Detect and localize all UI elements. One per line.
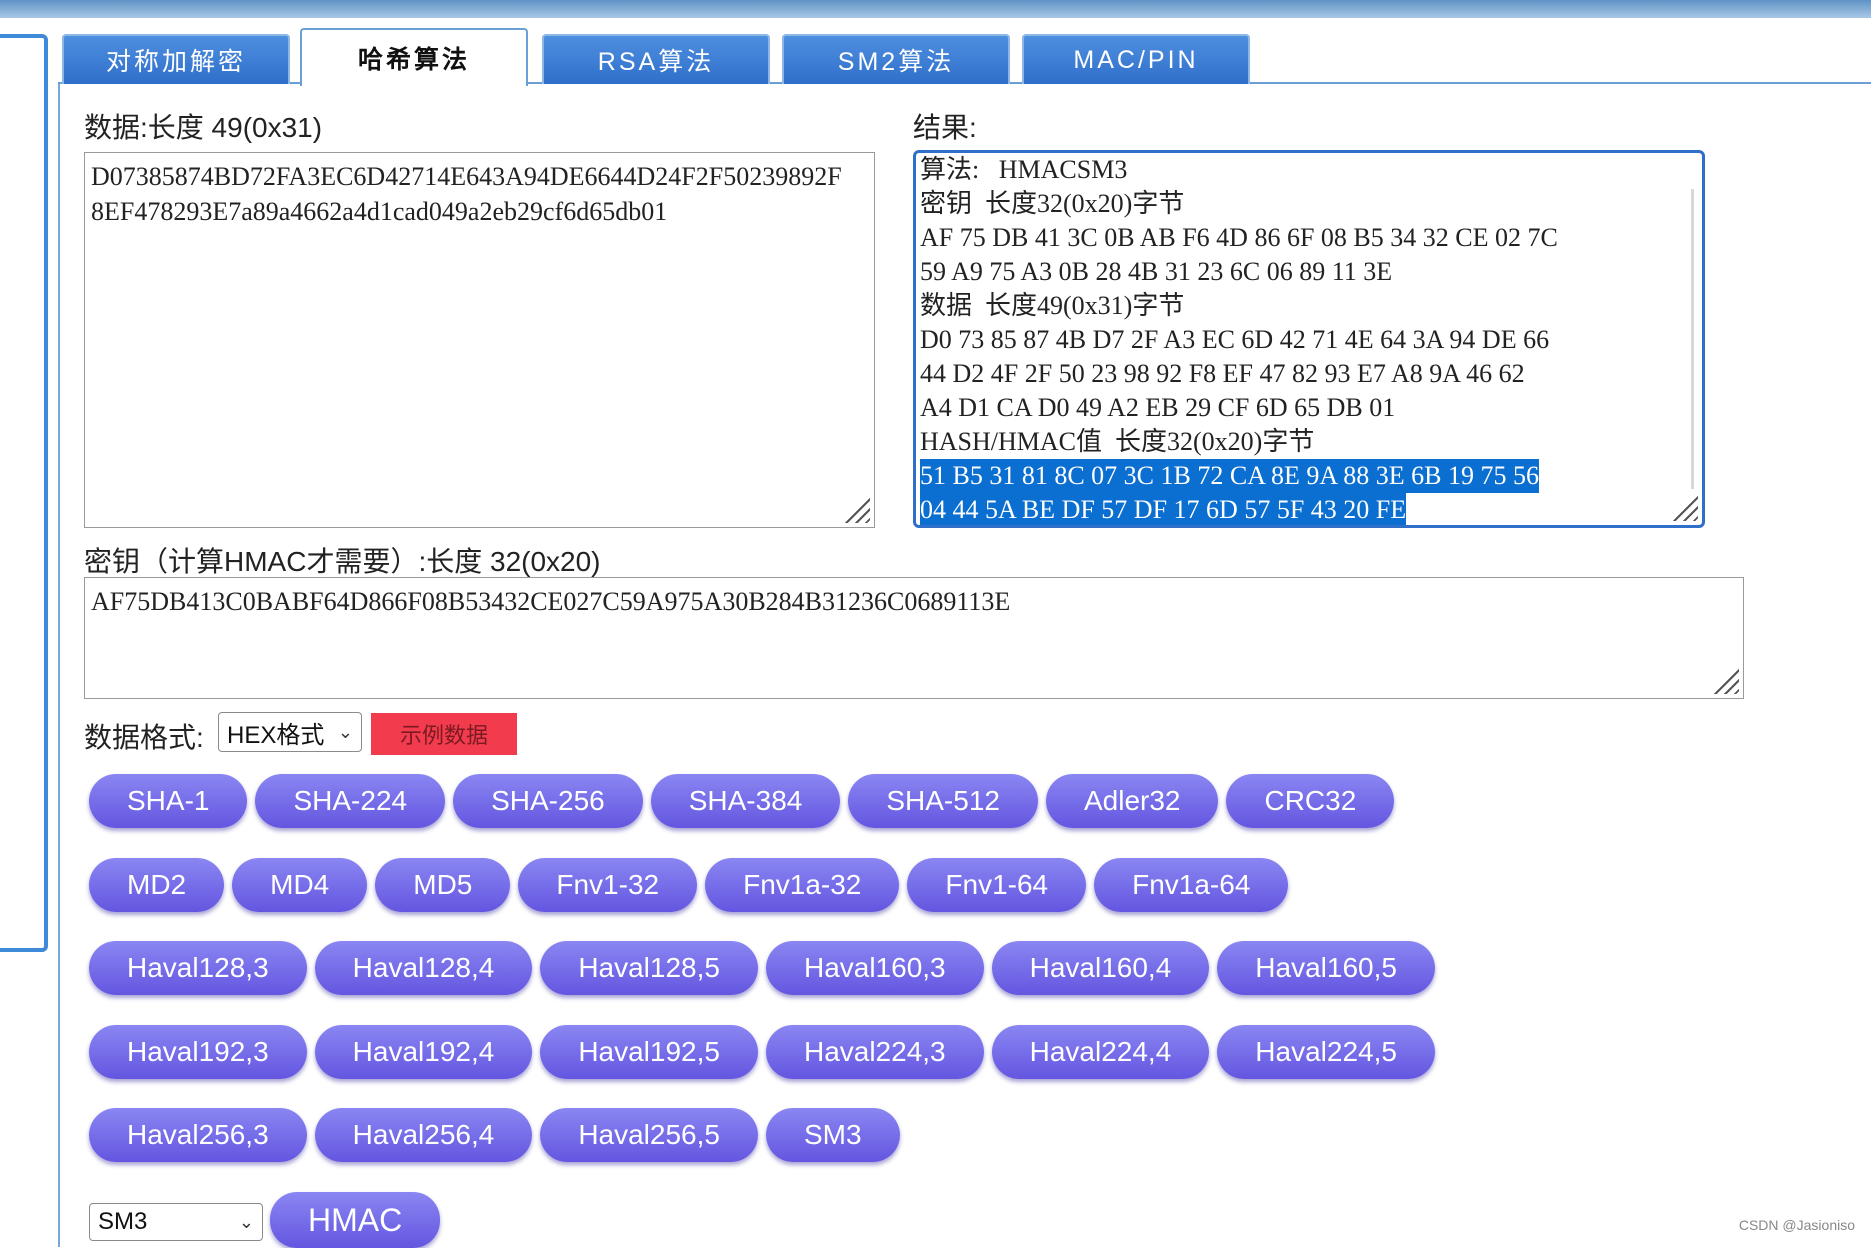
hash-button-row-4: Haval192,3 Haval192,4 Haval192,5 Haval22… [89, 1025, 1435, 1079]
sha1-button[interactable]: SHA-1 [89, 774, 248, 828]
haval256-5-button[interactable]: Haval256,5 [540, 1108, 758, 1162]
haval160-5-button[interactable]: Haval160,5 [1217, 941, 1435, 995]
haval192-5-button[interactable]: Haval192,5 [540, 1025, 758, 1079]
md5-button[interactable]: MD5 [375, 858, 511, 912]
result-line: A4 D1 CA D0 49 A2 EB 29 CF 6D 65 DB 01 [920, 393, 1396, 422]
sha256-button[interactable]: SHA-256 [453, 774, 643, 828]
tab-hash[interactable]: 哈希算法 [300, 28, 528, 86]
hash-button-row-3: Haval128,3 Haval128,4 Haval128,5 Haval16… [89, 941, 1435, 995]
sha512-button[interactable]: SHA-512 [848, 774, 1038, 828]
result-line: 59 A9 75 A3 0B 28 4B 31 23 6C 06 89 11 3… [920, 257, 1393, 286]
hmac-button[interactable]: HMAC [270, 1192, 441, 1248]
resize-grip-icon[interactable] [844, 497, 870, 523]
tab-sm2[interactable]: SM2算法 [782, 34, 1010, 84]
hash-button-row-1: SHA-1 SHA-224 SHA-256 SHA-384 SHA-512 Ad… [89, 774, 1395, 828]
haval128-4-button[interactable]: Haval128,4 [314, 941, 533, 995]
fnv1a-32-button[interactable]: Fnv1a-32 [705, 858, 900, 912]
chevron-down-icon: ⌄ [337, 721, 353, 742]
result-line: 44 D2 4F 2F 50 23 98 92 F8 EF 47 82 93 E… [920, 359, 1525, 388]
haval128-5-button[interactable]: Haval128,5 [540, 941, 758, 995]
watermark: CSDN @Jasioniso [1738, 1217, 1855, 1233]
sm3-button[interactable]: SM3 [765, 1108, 900, 1162]
fnv1a-64-button[interactable]: Fnv1a-64 [1094, 858, 1289, 912]
scrollbar[interactable] [1691, 189, 1694, 489]
result-selected-line: 51 B5 31 81 8C 07 3C 1B 72 CA 8E 9A 88 3… [920, 459, 1539, 493]
haval224-4-button[interactable]: Haval224,4 [991, 1025, 1210, 1079]
result-line: D0 73 85 87 4B D7 2F A3 EC 6D 42 71 4E 6… [920, 325, 1550, 354]
result-line: 数据 长度49(0x31)字节 [920, 291, 1185, 320]
result-selected-line: 04 44 5A BE DF 57 DF 17 6D 57 5F 43 20 F… [920, 493, 1407, 525]
hash-button-row-2: MD2 MD4 MD5 Fnv1-32 Fnv1a-32 Fnv1-64 Fnv… [89, 858, 1289, 912]
haval192-3-button[interactable]: Haval192,3 [89, 1025, 307, 1079]
crc32-button[interactable]: CRC32 [1226, 774, 1395, 828]
result-line: 密钥 长度32(0x20)字节 [920, 189, 1185, 218]
haval224-5-button[interactable]: Haval224,5 [1217, 1025, 1435, 1079]
hmac-algorithm-select[interactable]: SM3 ⌄ [89, 1203, 263, 1241]
key-value: AF75DB413C0BABF64D866F08B53432CE027C59A9… [91, 587, 1011, 616]
format-select[interactable]: HEX格式 ⌄ [218, 712, 362, 752]
tab-mac-pin[interactable]: MAC/PIN [1022, 34, 1250, 84]
window-top-bar [0, 0, 1871, 18]
key-input[interactable]: AF75DB413C0BABF64D866F08B53432CE027C59A9… [84, 577, 1744, 699]
sha384-button[interactable]: SHA-384 [650, 774, 841, 828]
adler32-button[interactable]: Adler32 [1045, 774, 1219, 828]
haval224-3-button[interactable]: Haval224,3 [765, 1025, 984, 1079]
format-label: 数据格式: [84, 722, 204, 753]
content-left-border [58, 84, 60, 1247]
hash-button-row-5: Haval256,3 Haval256,4 Haval256,5 SM3 [89, 1108, 900, 1162]
data-label: 数据:长度 49(0x31) [84, 112, 323, 143]
fnv1-64-button[interactable]: Fnv1-64 [907, 858, 1087, 912]
haval256-4-button[interactable]: Haval256,4 [314, 1108, 533, 1162]
result-label: 结果: [913, 112, 977, 143]
tab-rsa[interactable]: RSA算法 [542, 34, 770, 84]
hmac-select-value: SM3 [98, 1208, 148, 1235]
key-label: 密钥（计算HMAC才需要）:长度 32(0x20) [84, 546, 601, 577]
data-input[interactable]: D07385874BD72FA3EC6D42714E643A94DE6644D2… [84, 152, 875, 528]
format-select-value: HEX格式 [227, 721, 325, 749]
example-data-button[interactable]: 示例数据 [371, 713, 517, 755]
haval192-4-button[interactable]: Haval192,4 [314, 1025, 533, 1079]
sha224-button[interactable]: SHA-224 [255, 774, 446, 828]
left-side-panel [0, 34, 48, 952]
result-line: HASH/HMAC值 长度32(0x20)字节 [920, 427, 1315, 456]
result-line: 算法: HMACSM3 [920, 155, 1128, 184]
chevron-down-icon: ⌄ [238, 1211, 254, 1232]
fnv1-32-button[interactable]: Fnv1-32 [518, 858, 698, 912]
haval160-4-button[interactable]: Haval160,4 [991, 941, 1210, 995]
haval160-3-button[interactable]: Haval160,3 [765, 941, 984, 995]
data-line-1: D07385874BD72FA3EC6D42714E643A94DE6644D2… [91, 162, 842, 191]
result-line: AF 75 DB 41 3C 0B AB F6 4D 86 6F 08 B5 3… [920, 223, 1558, 252]
haval256-3-button[interactable]: Haval256,3 [89, 1108, 307, 1162]
md4-button[interactable]: MD4 [232, 858, 368, 912]
md2-button[interactable]: MD2 [89, 858, 225, 912]
result-output[interactable]: 算法: HMACSM3 密钥 长度32(0x20)字节 AF 75 DB 41 … [913, 150, 1705, 528]
resize-grip-icon[interactable] [1713, 668, 1739, 694]
data-line-2: 8EF478293E7a89a4662a4d1cad049a2eb29cf6d6… [91, 197, 668, 226]
tab-symmetric[interactable]: 对称加解密 [62, 34, 290, 84]
haval128-3-button[interactable]: Haval128,3 [89, 941, 307, 995]
